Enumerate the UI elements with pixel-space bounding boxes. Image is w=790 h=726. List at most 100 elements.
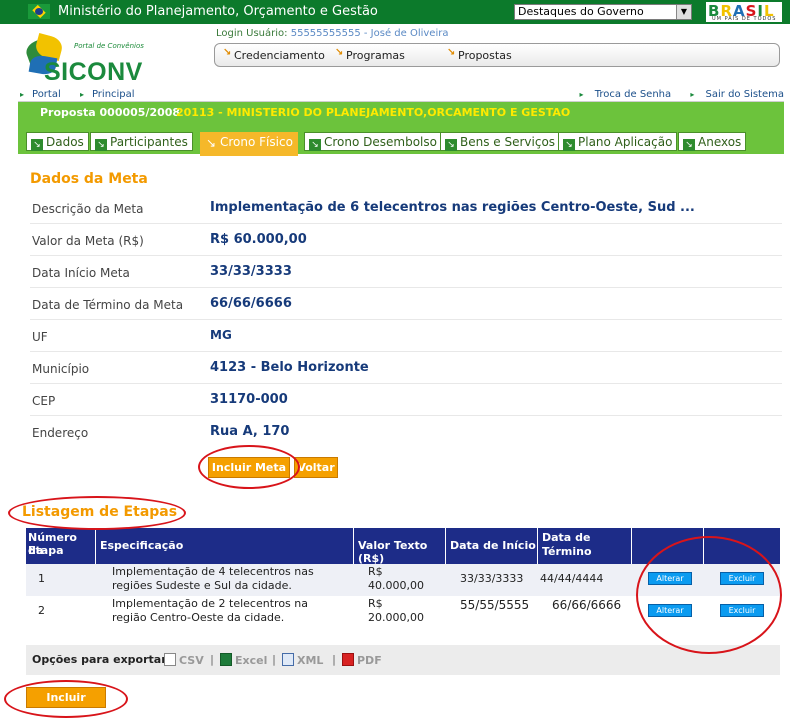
header-end-date: Data de Término [538, 528, 632, 564]
dropdown-arrow-icon[interactable]: ▼ [676, 5, 691, 19]
stage-end-date: 66/66/6666 [552, 598, 622, 612]
field-label: Endereço [32, 426, 89, 440]
export-pdf-link[interactable]: PDF [342, 653, 382, 667]
field-value: 33/33/3333 [210, 264, 292, 279]
arrow-icon: ↘ [95, 139, 107, 151]
stage-number: 1 [38, 572, 45, 585]
export-csv-link[interactable]: CSV [164, 653, 204, 667]
meta-row-description: Descrição da Meta Implementação de 6 tel… [30, 192, 782, 224]
tab-dados[interactable]: ↘ Dados [26, 132, 89, 151]
annotation-ellipse [636, 536, 782, 654]
stage-number: 2 [38, 604, 45, 617]
field-label: Data Início Meta [32, 266, 130, 280]
separator: | [272, 653, 277, 666]
proposal-organ: 20113 - MINISTERIO DO PLANEJAMENTO,ORCAM… [176, 106, 571, 119]
meta-row-value: Valor da Meta (R$) R$ 60.000,00 [30, 224, 782, 256]
separator: | [210, 653, 215, 666]
login-user: 55555555555 - José de Oliveira [290, 28, 449, 39]
stage-value-currency: R$ [368, 597, 383, 610]
excel-file-icon [220, 653, 232, 666]
breadcrumb-principal[interactable]: ▸ Principal [80, 89, 143, 100]
login-info: Login Usuário: 55555555555 - José de Oli… [216, 28, 448, 39]
tab-crono-fisico[interactable]: ↘ Crono Físico [200, 132, 298, 156]
account-links: ▸ Troca de Senha ▸ Sair do Sistema [564, 89, 785, 100]
meta-row-address: Endereço Rua A, 170 [30, 416, 782, 448]
meta-row-start-date: Data Início Meta 33/33/3333 [30, 256, 782, 288]
meta-row-uf: UF MG [30, 320, 782, 352]
field-value: Rua A, 170 [210, 424, 290, 439]
meta-section-title: Dados da Meta [30, 171, 148, 187]
breadcrumb-portal[interactable]: ▸ Portal [20, 89, 69, 100]
header-value: Valor Texto (R$) [354, 528, 446, 565]
field-value: MG [210, 328, 232, 342]
field-label: Data de Término da Meta [32, 298, 184, 312]
arrow-icon: ↘ [309, 139, 321, 151]
xml-file-icon [282, 653, 294, 666]
annotation-ellipse [4, 680, 128, 718]
arrow-icon [447, 47, 456, 59]
field-label: CEP [32, 394, 56, 408]
stage-end-date: 44/44/4444 [540, 572, 604, 585]
meta-row-cep: CEP 31170-000 [30, 384, 782, 416]
proposal-number: Proposta 000005/2008 [40, 106, 181, 119]
select-value: Destaques do Governo [518, 5, 644, 18]
tab-crono-desembolso[interactable]: ↘ Crono Desembolso [304, 132, 442, 151]
brazil-flag-icon [28, 4, 50, 19]
header-start-date: Data de Início [446, 528, 538, 564]
field-value: R$ 60.000,00 [210, 232, 307, 247]
stage-spec-line: Implementação de 4 telecentros nas [112, 565, 314, 578]
separator: | [332, 653, 337, 666]
tab-anexos[interactable]: ↘ Anexos [678, 132, 747, 151]
logo-subtitle: Portal de Convênios [74, 42, 144, 50]
export-label: Opções para exportar: [32, 653, 172, 666]
field-value: 4123 - Belo Horizonte [210, 360, 369, 375]
meta-row-municipio: Município 4123 - Belo Horizonte [30, 352, 782, 384]
stage-spec-line: Implementação de 2 telecentros na [112, 597, 308, 610]
arrow-icon [223, 47, 232, 59]
csv-file-icon [164, 653, 176, 666]
nav-programas[interactable]: Programas [335, 47, 405, 62]
field-label: UF [32, 330, 48, 344]
stage-start-date: 55/55/5555 [460, 598, 530, 612]
brasil-tagline: UM PAÍS DE TODOS [712, 16, 777, 22]
tab-participantes[interactable]: ↘ Participantes [90, 132, 193, 151]
field-label: Descrição da Meta [32, 202, 144, 216]
government-bar: Ministério do Planejamento, Orçamento e … [0, 0, 790, 24]
field-value: 31170-000 [210, 392, 288, 407]
meta-row-end-date: Data de Término da Meta 66/66/6666 [30, 288, 782, 320]
export-xml-link[interactable]: XML [282, 653, 323, 667]
arrow-icon: ↘ [31, 139, 43, 151]
stage-value-amount: 40.000,00 [368, 579, 424, 592]
field-label: Valor da Meta (R$) [32, 234, 144, 248]
nav-propostas[interactable]: Propostas [447, 47, 512, 62]
siconv-logo-text: SICONV [44, 58, 143, 86]
arrow-icon: ↘ [683, 139, 695, 151]
annotation-ellipse [8, 496, 186, 530]
field-value: Implementação de 6 telecentros nas regiõ… [210, 200, 695, 215]
nav-credenciamento[interactable]: Credenciamento [223, 47, 325, 62]
annotation-ellipse [198, 445, 300, 489]
field-label: Município [32, 362, 90, 376]
stage-value-currency: R$ [368, 565, 383, 578]
arrow-icon: ↘ [445, 139, 457, 151]
stage-spec-line: região Centro-Oeste da cidade. [112, 611, 285, 624]
change-password-link[interactable]: ▸ Troca de Senha [572, 89, 672, 100]
stage-start-date: 33/33/3333 [460, 572, 524, 585]
tab-plano-aplicacao[interactable]: ↘ Plano Aplicação [558, 132, 678, 151]
stage-spec-line: regiões Sudeste e Sul da cidade. [112, 579, 292, 592]
pdf-file-icon [342, 653, 354, 666]
header-number: Número da Etapa [26, 528, 96, 564]
government-highlights-select[interactable]: Destaques do Governo ▼ [514, 4, 692, 20]
brasil-logo: BRASIL UM PAÍS DE TODOS [706, 2, 782, 22]
logout-link[interactable]: ▸ Sair do Sistema [682, 89, 784, 100]
proposal-bar: Proposta 000005/2008 20113 - MINISTERIO … [18, 102, 784, 156]
export-excel-link[interactable]: Excel [220, 653, 267, 667]
stage-value-amount: 20.000,00 [368, 611, 424, 624]
breadcrumb: ▸ Portal ▸ Principal [20, 89, 151, 100]
tab-bens-servicos[interactable]: ↘ Bens e Serviços [440, 132, 561, 151]
back-button[interactable]: Voltar [294, 457, 338, 478]
arrow-icon: ↘ [205, 136, 217, 150]
header-spec: Especificação [96, 528, 354, 564]
field-value: 66/66/6666 [210, 296, 292, 311]
top-navigation: Credenciamento Programas Propostas [214, 43, 780, 67]
